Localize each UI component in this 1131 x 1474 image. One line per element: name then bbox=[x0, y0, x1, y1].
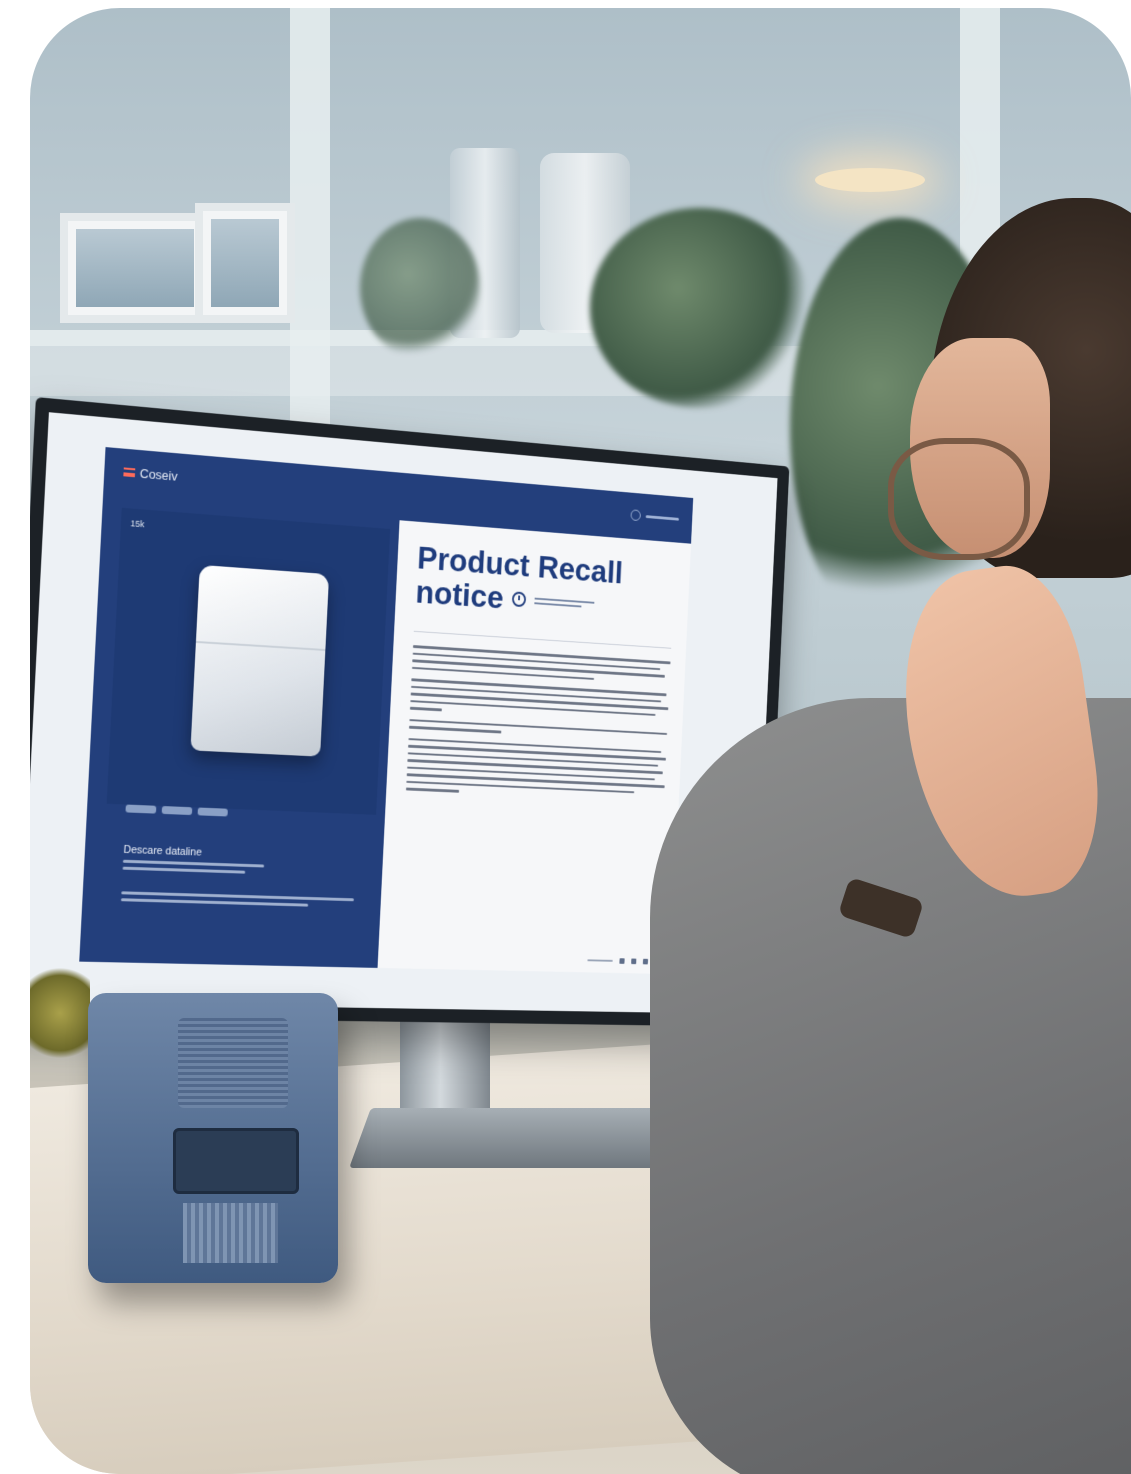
brand[interactable]: Coseiv bbox=[123, 464, 178, 484]
background-plant-1 bbox=[590, 208, 810, 408]
title-line-2: notice bbox=[414, 573, 505, 617]
unit-display bbox=[173, 1128, 299, 1194]
footer-icons bbox=[587, 957, 660, 965]
notice-panel: Product Recall notice bbox=[377, 520, 692, 975]
thumbnail[interactable] bbox=[125, 804, 157, 814]
product-caption: Descare dataline bbox=[120, 844, 374, 912]
bookmark-icon[interactable] bbox=[642, 958, 649, 965]
menu-icon[interactable] bbox=[123, 467, 136, 478]
body-paragraph bbox=[411, 645, 671, 684]
account-link-placeholder[interactable] bbox=[645, 514, 680, 521]
body-paragraph bbox=[405, 737, 666, 802]
background-plant-3 bbox=[360, 218, 480, 358]
recalled-product-image bbox=[190, 564, 330, 757]
brand-name: Coseiv bbox=[139, 465, 178, 484]
thumbnail[interactable] bbox=[161, 806, 193, 816]
recall-webpage: Coseiv 15k Descare dataline Product Reca… bbox=[79, 447, 694, 975]
caption-text-line bbox=[122, 859, 265, 868]
notice-body bbox=[405, 640, 671, 810]
caption-text-line bbox=[122, 866, 246, 874]
ceiling-lamp bbox=[815, 168, 925, 192]
body-paragraph bbox=[409, 718, 668, 742]
unit-vent bbox=[178, 1018, 288, 1108]
print-icon[interactable] bbox=[631, 958, 637, 965]
unit-grille bbox=[183, 1203, 278, 1263]
product-image-box: 15k bbox=[106, 507, 391, 815]
user-icon[interactable] bbox=[630, 509, 641, 522]
date-meta bbox=[534, 594, 595, 610]
caption-text-line bbox=[120, 898, 309, 907]
glasses bbox=[888, 438, 1030, 560]
picture-frame-1 bbox=[60, 213, 210, 323]
product-image-tag: 15k bbox=[130, 518, 145, 530]
photo-scene: Coseiv 15k Descare dataline Product Reca… bbox=[30, 8, 1131, 1474]
top-right-controls bbox=[630, 509, 680, 524]
desk-plant bbox=[30, 958, 90, 1068]
product-unit-on-desk bbox=[88, 993, 338, 1283]
clock-icon bbox=[511, 591, 527, 608]
footer-link[interactable] bbox=[587, 959, 613, 962]
thumbnail[interactable] bbox=[197, 807, 228, 817]
share-icon[interactable] bbox=[619, 958, 625, 964]
shelf-post-1 bbox=[290, 8, 330, 428]
picture-frame-2 bbox=[195, 203, 295, 323]
page-title: Product Recall notice bbox=[414, 540, 675, 627]
monitor-stand-base bbox=[349, 1108, 701, 1168]
product-panel: 15k Descare dataline bbox=[101, 507, 391, 930]
body-paragraph bbox=[409, 678, 669, 723]
